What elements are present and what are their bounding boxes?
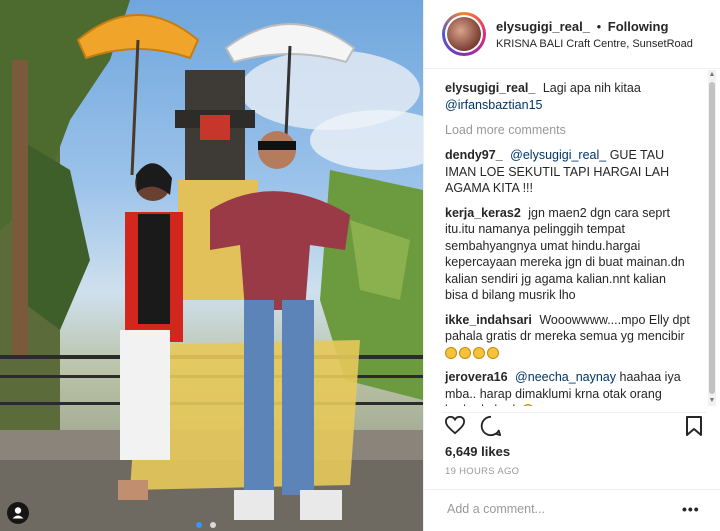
grinning-emoji-icon — [445, 346, 457, 359]
comment-mention[interactable]: @neecha_naynay — [515, 370, 616, 384]
action-bar — [442, 412, 706, 439]
grinning-emoji-icon — [522, 404, 535, 406]
header-top-line: elysugigi_real_ • Following — [496, 19, 693, 34]
caption-mention[interactable]: @irfansbaztian15 — [445, 98, 542, 112]
avatar-image — [447, 17, 481, 51]
comment-icon[interactable] — [480, 415, 502, 437]
ellipsis-icon[interactable]: ••• — [682, 501, 700, 517]
comment-username[interactable]: ikke_indahsari — [445, 313, 532, 327]
post-header: elysugigi_real_ • Following KRISNA BALI … — [424, 0, 720, 69]
header-username[interactable]: elysugigi_real_ — [496, 19, 590, 34]
carousel-dot — [210, 522, 217, 528]
post-photo-illustration — [0, 0, 423, 531]
avatar-border — [445, 15, 483, 53]
comment-item: ikke_indahsari Wooowwww....mpo Elly dpt … — [445, 312, 691, 362]
comment-item: kerja_keras2 jgn maen2 dgn cara seprt it… — [445, 205, 691, 304]
add-comment-bar: ••• — [424, 489, 720, 531]
carousel-indicator — [196, 515, 220, 531]
grinning-emoji-icon — [459, 346, 471, 359]
comments-scrollbar[interactable]: ▲ ▼ — [708, 70, 716, 406]
user-tag-icon[interactable] — [7, 502, 29, 524]
grinning-emoji-icon — [473, 346, 485, 359]
grinning-emoji-row — [445, 346, 501, 360]
follow-status-button[interactable]: Following — [608, 19, 669, 34]
heart-icon[interactable] — [444, 415, 466, 435]
add-comment-input[interactable] — [445, 501, 669, 517]
avatar[interactable] — [442, 12, 486, 56]
comment-mention[interactable]: @elysugigi_real_ — [510, 148, 606, 162]
scroll-up-arrow-icon[interactable]: ▲ — [708, 70, 716, 80]
separator-dot: • — [596, 18, 602, 34]
load-more-comments-button[interactable]: Load more comments — [445, 123, 691, 137]
comment-username[interactable]: kerja_keras2 — [445, 206, 521, 220]
caption: elysugigi_real_ Lagi apa nih kitaa @irfa… — [445, 80, 691, 113]
post-side-panel: elysugigi_real_ • Following KRISNA BALI … — [423, 0, 720, 531]
likes-count[interactable]: 6,649 likes — [445, 444, 510, 459]
scroll-down-arrow-icon[interactable]: ▼ — [708, 396, 716, 406]
caption-text: Lagi apa nih kitaa — [542, 81, 641, 95]
post-timestamp[interactable]: 19 HOURS AGO — [445, 466, 519, 477]
caption-username[interactable]: elysugigi_real_ — [445, 81, 535, 95]
location-link[interactable]: KRISNA BALI Craft Centre, SunsetRoad — [496, 38, 693, 50]
grinning-emoji-icon — [487, 346, 499, 359]
comment-username[interactable]: dendy97_ — [445, 148, 503, 162]
post-photo[interactable] — [0, 0, 423, 531]
bookmark-icon[interactable] — [685, 415, 703, 437]
comment-username[interactable]: jerovera16 — [445, 370, 508, 384]
comments-list: elysugigi_real_ Lagi apa nih kitaa @irfa… — [424, 70, 709, 406]
scrollbar-thumb[interactable] — [709, 82, 715, 394]
comment-item: jerovera16 @neecha_naynay haahaa iya mba… — [445, 369, 691, 406]
comment-item: dendy97_ @elysugigi_real_ GUE TAU IMAN L… — [445, 147, 691, 197]
user-tag-glyph — [12, 507, 24, 519]
header-text: elysugigi_real_ • Following KRISNA BALI … — [496, 19, 693, 50]
carousel-dot-active — [196, 522, 202, 528]
